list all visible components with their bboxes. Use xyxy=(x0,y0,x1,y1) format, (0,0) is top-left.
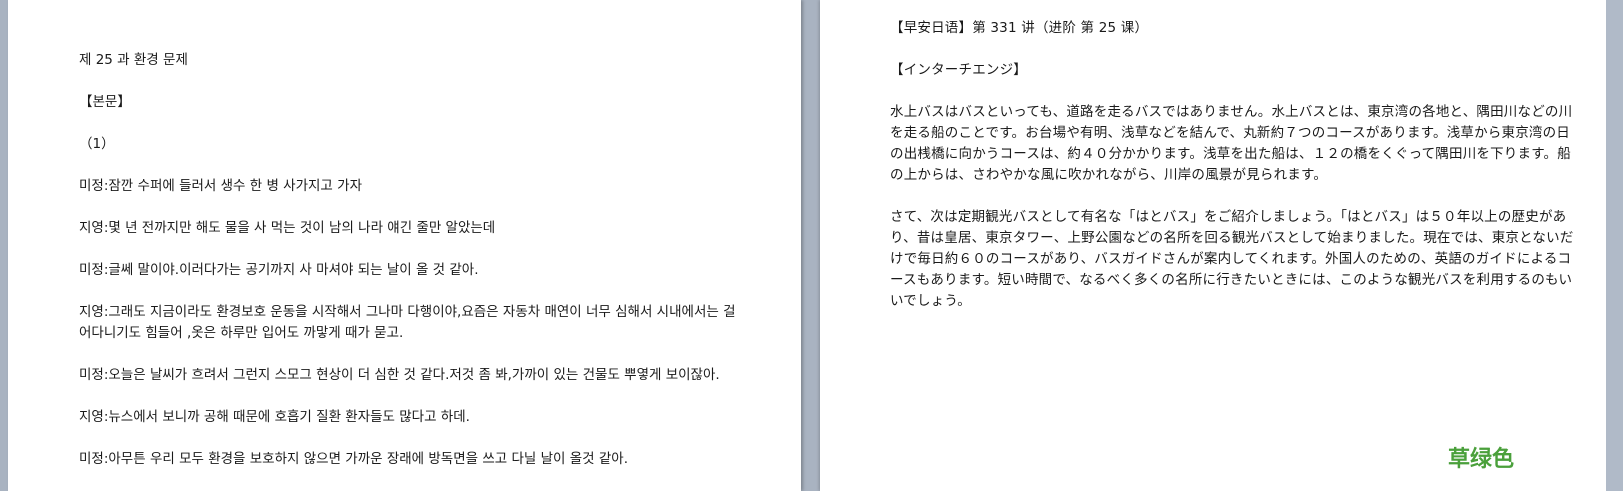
section-heading: 【본문】 xyxy=(79,94,131,110)
dialogue-line: 미정:글쎄 말이야.이러다가는 공기까지 사 마셔야 되는 날이 올 것 같아. xyxy=(79,262,479,278)
body-paragraph: さて、次は定期観光バスとして有名な「はとバス」をご紹介しましょう。「はとバス」は… xyxy=(890,209,1574,309)
dialogue-line: 미정:아무튼 우리 모두 환경을 보호하지 않으면 가까운 장래에 방독면을 쓰… xyxy=(79,451,629,467)
lesson-title: 제 25 과 환경 문제 xyxy=(79,52,188,68)
window-edge xyxy=(1606,0,1623,491)
right-page-content: 【早安日语】第 331 讲（进阶 第 25 课） 【インターチエンジ】 水上バス… xyxy=(890,18,1580,312)
dialogue-line: 지영:뉴스에서 보니까 공해 때문에 호흡기 질환 환자들도 많다고 하데. xyxy=(79,409,470,425)
watermark-label: 草绿色 xyxy=(1447,447,1514,472)
dialogue-line: 미정:오늘은 날씨가 흐려서 그런지 스모그 현상이 더 심한 것 같다.저것 … xyxy=(79,367,720,383)
dialogue-line: 미정:잠깐 수퍼에 들러서 생수 한 병 사가지고 가자 xyxy=(79,178,362,194)
dialogue-line: 지영:그래도 지금이라도 환경보호 운동을 시작해서 그나마 다행이야,요즘은 … xyxy=(79,304,736,341)
document-page-right: 【早安日语】第 331 讲（进阶 第 25 课） 【インターチエンジ】 水上バス… xyxy=(820,0,1606,491)
left-page-content: 제 25 과 환경 문제 【본문】 （1） 미정:잠깐 수퍼에 들러서 생수 한… xyxy=(79,50,739,470)
lesson-header: 【早安日语】第 331 讲（进阶 第 25 课） xyxy=(890,20,1149,36)
part-number: （1） xyxy=(79,136,115,152)
body-paragraph: 水上バスはバスといっても、道路を走るバスではありません。水上バスとは、東京湾の各… xyxy=(890,104,1573,183)
section-heading: 【インターチエンジ】 xyxy=(890,62,1027,78)
document-page-left: 제 25 과 환경 문제 【본문】 （1） 미정:잠깐 수퍼에 들러서 생수 한… xyxy=(8,0,801,491)
dialogue-line: 지영:몇 년 전까지만 해도 물을 사 먹는 것이 남의 나라 얘긴 줄만 알았… xyxy=(79,220,496,236)
